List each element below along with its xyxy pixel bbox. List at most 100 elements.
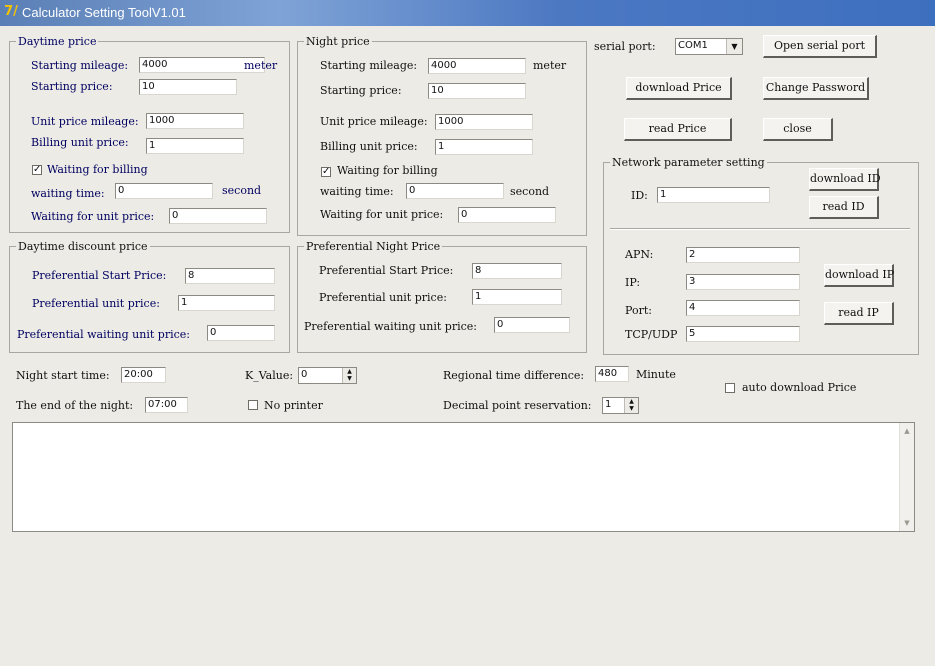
decimal-point-label: Decimal point reservation: [443,399,592,412]
daytime-price-title: Daytime price [16,35,99,48]
night-starting-mileage-label: Starting mileage: [320,59,418,72]
night-start-time-label: Night start time: [16,369,110,382]
day-pref-start-price-input[interactable]: 8 [185,268,275,284]
night-billing-unit-price-label: Billing unit price: [320,140,418,153]
minute-unit: Minute [636,368,676,381]
day-pref-unit-price-label: Preferential unit price: [32,297,160,310]
night-pref-waiting-unit-label: Preferential waiting unit price: [304,320,477,333]
night-price-group: Night price Starting mileage: 4000 meter… [297,35,587,236]
decimal-point-value: 1 [605,399,612,410]
network-parameter-group: Network parameter setting ID: 1 download… [603,156,919,355]
scroll-up-icon[interactable]: ▲ [900,425,914,437]
night-billing-unit-price-input[interactable]: 1 [435,139,533,155]
serial-port-label: serial port: [594,40,656,53]
network-parameter-title: Network parameter setting [610,156,767,169]
tcpudp-label: TCP/UDP [625,328,678,341]
night-pref-unit-price-input[interactable]: 1 [472,289,562,305]
night-discount-title: Preferential Night Price [304,240,443,253]
night-mileage-unit: meter [533,59,567,72]
night-waiting-time-label: waiting time: [320,185,394,198]
ip-input[interactable]: 3 [686,274,800,290]
night-end-time-label: The end of the night: [16,399,134,412]
day-billing-unit-price-input[interactable]: 1 [146,138,244,154]
id-label: ID: [631,189,648,202]
night-unit-price-mileage-input[interactable]: 1000 [435,114,533,130]
night-unit-price-mileage-label: Unit price mileage: [320,115,428,128]
no-printer-label: No printer [264,399,323,412]
night-starting-price-input[interactable]: 10 [428,83,526,99]
close-button[interactable]: close [763,118,833,141]
serial-port-select[interactable]: COM1 ▼ [675,38,743,55]
read-price-button[interactable]: read Price [624,118,732,141]
day-pref-unit-price-input[interactable]: 1 [178,295,275,311]
night-waiting-unit-price-label: Waiting for unit price: [320,208,444,221]
read-id-button[interactable]: read ID [809,196,879,219]
regional-time-difference-label: Regional time difference: [443,369,585,382]
apn-label: APN: [625,248,654,261]
night-starting-price-label: Starting price: [320,84,402,97]
day-starting-mileage-label: Starting mileage: [31,59,129,72]
apn-input[interactable]: 2 [686,247,800,263]
day-unit-price-mileage-input[interactable]: 1000 [146,113,244,129]
daytime-price-group: Daytime price Starting mileage: 4000 met… [9,35,290,233]
download-ip-button[interactable]: download IP [824,264,894,287]
day-billing-unit-price-label: Billing unit price: [31,136,129,149]
night-waiting-billing-checkbox[interactable]: ✓ [321,167,331,177]
regional-time-difference-input[interactable]: 480 [595,366,629,382]
read-ip-button[interactable]: read IP [824,302,894,325]
day-second-unit: second [222,184,262,197]
day-waiting-time-label: waiting time: [31,187,105,200]
night-waiting-unit-price-input[interactable]: 0 [458,207,556,223]
tcpudp-input[interactable]: 5 [686,326,800,342]
night-pref-unit-price-label: Preferential unit price: [319,291,447,304]
auto-download-label: auto download Price [742,381,857,394]
day-mileage-unit: meter [244,59,278,72]
day-waiting-time-input[interactable]: 0 [115,183,213,199]
night-end-time-input[interactable]: 07:00 [145,397,188,413]
night-pref-start-price-input[interactable]: 8 [472,263,562,279]
night-pref-waiting-unit-input[interactable]: 0 [494,317,570,333]
download-id-button[interactable]: download ID [809,168,881,191]
day-pref-start-price-label: Preferential Start Price: [32,269,167,282]
calculator-app-icon: 7/ [4,4,18,19]
night-waiting-billing-label: Waiting for billing [337,164,438,177]
night-pref-start-price-label: Preferential Start Price: [319,264,454,277]
day-pref-waiting-unit-label: Preferential waiting unit price: [17,328,190,341]
night-second-unit: second [510,185,550,198]
spinner-arrows-icon[interactable]: ▲ ▼ [342,368,356,383]
day-pref-waiting-unit-input[interactable]: 0 [207,325,275,341]
k-value-spinner[interactable]: 0 ▲ ▼ [298,367,357,384]
day-waiting-unit-price-input[interactable]: 0 [169,208,267,224]
day-waiting-billing-checkbox[interactable]: ✓ [32,165,42,175]
port-input[interactable]: 4 [686,300,800,316]
night-price-title: Night price [304,35,372,48]
day-starting-price-label: Starting price: [31,80,113,93]
log-textarea[interactable]: ▲ ▼ [12,422,915,532]
id-input[interactable]: 1 [657,187,770,203]
window-title: Calculator Setting ToolV1.01 [22,5,186,20]
chevron-down-icon[interactable]: ▼ [726,39,742,54]
daytime-discount-title: Daytime discount price [16,240,150,253]
night-discount-group: Preferential Night Price Preferential St… [297,240,587,353]
day-starting-price-input[interactable]: 10 [139,79,237,95]
night-start-time-input[interactable]: 20:00 [121,367,166,383]
download-price-button[interactable]: download Price [626,77,732,100]
no-printer-checkbox[interactable] [248,400,258,410]
port-label: Port: [625,304,652,317]
decimal-point-spinner[interactable]: 1 ▲ ▼ [602,397,639,414]
open-serial-port-button[interactable]: Open serial port [763,35,877,58]
log-scrollbar[interactable]: ▲ ▼ [899,423,914,531]
day-waiting-unit-price-label: Waiting for unit price: [31,210,155,223]
scroll-down-icon[interactable]: ▼ [900,517,914,529]
k-value-label: K_Value: [245,369,294,382]
night-starting-mileage-input[interactable]: 4000 [428,58,526,74]
day-waiting-billing-label: Waiting for billing [47,163,148,176]
title-bar[interactable]: 7/ Calculator Setting ToolV1.01 [0,0,935,26]
night-waiting-time-input[interactable]: 0 [406,183,504,199]
network-divider [610,228,910,230]
change-password-button[interactable]: Change Password [763,77,869,100]
daytime-discount-group: Daytime discount price Preferential Star… [9,240,290,353]
spinner-arrows-icon[interactable]: ▲ ▼ [624,398,638,413]
day-unit-price-mileage-label: Unit price mileage: [31,115,139,128]
auto-download-checkbox[interactable] [725,383,735,393]
